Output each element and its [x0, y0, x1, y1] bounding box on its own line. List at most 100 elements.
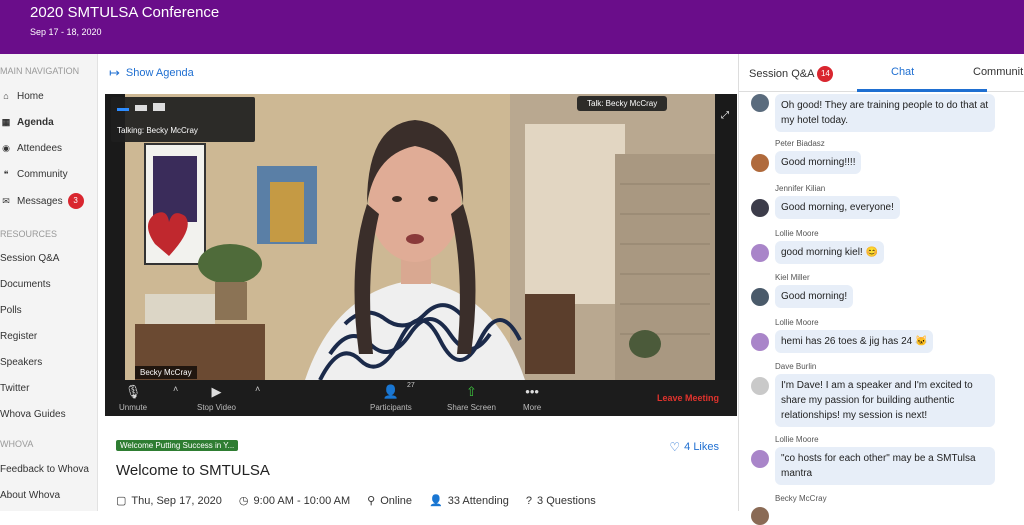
sidebar-item-speakers[interactable]: Speakers [0, 352, 98, 372]
participant-name-tag: Becky McCray [135, 366, 197, 379]
leave-meeting-button[interactable]: Leave Meeting [657, 393, 719, 403]
participants-count: 27 [407, 382, 415, 389]
tab-session-qa[interactable]: Session Q&A 14 [749, 66, 834, 82]
avatar[interactable] [751, 154, 769, 172]
messages-badge: 3 [67, 193, 84, 209]
chat-author[interactable]: Peter Biadasz [775, 139, 825, 148]
unmute-button[interactable]: 🎙︎ Unmute [119, 384, 147, 412]
tab-community[interactable]: Communit [973, 66, 1023, 78]
sidebar-item-documents[interactable]: Documents [0, 274, 98, 294]
sidebar-item-label: Attendees [17, 142, 63, 154]
sidebar-item-polls[interactable]: Polls [0, 300, 98, 320]
view-toggle-icons[interactable] [117, 103, 165, 111]
tab-chat-label: Chat [891, 66, 915, 78]
right-panel-tabs: Session Q&A 14 Chat Communit [739, 54, 1024, 92]
tab-session-qa-label: Session Q&A [749, 68, 815, 80]
session-date: ▢ Thu, Sep 17, 2020 [116, 494, 222, 508]
avatar[interactable] [751, 94, 769, 112]
active-tab-indicator [857, 89, 987, 92]
chat-message-text: I'm Dave! I am a speaker and I'm excited… [775, 374, 995, 427]
sidebar-item-about-whova[interactable]: About Whova [0, 485, 98, 505]
session-questions[interactable]: ? 3 Questions [526, 495, 596, 507]
location-pin-icon: ⚲ [367, 495, 376, 507]
sidebar-item-twitter[interactable]: Twitter [0, 378, 98, 398]
more-dots-icon: ••• [525, 384, 539, 399]
sidebar-item-register[interactable]: Register [0, 326, 98, 346]
sidebar-item-home[interactable]: ⌂ Home [0, 86, 98, 106]
chat-author[interactable]: Kiel Miller [775, 273, 810, 282]
avatar[interactable] [751, 199, 769, 217]
right-panel: Session Q&A 14 Chat Communit Oh good! Th… [738, 54, 1024, 525]
participants-label: Participants [370, 403, 412, 412]
participants-button[interactable]: 👤 Participants [370, 384, 412, 412]
user-check-icon: 👤 [429, 495, 443, 507]
calendar-icon: ▢ [116, 495, 127, 507]
stop-video-button[interactable]: ▶ Stop Video [197, 384, 236, 412]
sidebar-item-label: Community [17, 168, 68, 180]
avatar[interactable] [751, 288, 769, 306]
session-time: ◷ 9:00 AM - 10:00 AM [239, 494, 350, 508]
show-agenda-button[interactable]: ↦ Show Agenda [109, 64, 194, 82]
talking-indicator: Talking: Becky McCray [111, 97, 255, 142]
chat-author[interactable]: Lollie Moore [775, 435, 819, 444]
heart-icon: ♡ [669, 440, 681, 454]
microphone-muted-icon: 🎙︎ [124, 384, 142, 399]
session-date-text: Thu, Sep 17, 2020 [131, 494, 222, 507]
meeting-controls-bar: 🎙︎ Unmute ˄ ▶ Stop Video ˄ 👤 Participant… [105, 380, 737, 416]
avatar[interactable] [751, 507, 769, 525]
sidebar-item-feedback[interactable]: Feedback to Whova [0, 459, 98, 479]
chat-message-text: Good morning, everyone! [775, 196, 900, 219]
stop-video-label: Stop Video [197, 403, 236, 412]
sidebar-item-session-qa[interactable]: Session Q&A [0, 248, 98, 268]
audio-options-caret-icon[interactable]: ˄ [173, 384, 178, 394]
video-player[interactable]: Talking: Becky McCray Talk: Becky McCray… [105, 94, 737, 416]
qa-count-badge: 14 [817, 66, 834, 82]
chat-author[interactable]: Lollie Moore [775, 229, 819, 238]
share-screen-label: Share Screen [447, 403, 496, 412]
chat-author[interactable]: Jennifer Kilian [775, 184, 825, 193]
conference-dates: Sep 17 - 18, 2020 [30, 27, 102, 37]
sidebar-item-community[interactable]: ❝ Community [0, 164, 98, 184]
talking-text: Talking: Becky McCray [117, 126, 198, 135]
sidebar-item-whova-guides[interactable]: Whova Guides [0, 404, 98, 424]
sidebar: MAIN NAVIGATION ⌂ Home ▦ Agenda ◉ Attend… [0, 54, 98, 511]
active-speaker-label: Talk: Becky McCray [577, 96, 668, 111]
people-icon: ◉ [2, 142, 10, 153]
chat-message-text: hemi has 26 toes & jig has 24 🐱 [775, 330, 934, 353]
chat-message-text: good morning kiel! 😊 [775, 241, 884, 264]
more-button[interactable]: ••• More [523, 384, 541, 412]
session-meta: ▢ Thu, Sep 17, 2020 ◷ 9:00 AM - 10:00 AM… [116, 494, 613, 508]
chat-author[interactable]: Dave Burlin [775, 362, 816, 371]
avatar[interactable] [751, 450, 769, 468]
share-screen-button[interactable]: ⇧ Share Screen [447, 384, 496, 412]
calendar-icon: ▦ [1, 116, 11, 127]
video-camera-icon: ▶ [211, 384, 222, 399]
video-options-caret-icon[interactable]: ˄ [255, 384, 260, 394]
session-questions-text: 3 Questions [537, 494, 596, 507]
fullscreen-icon[interactable]: ⤢ [721, 110, 729, 121]
sidebar-item-messages[interactable]: ✉ Messages 3 [0, 191, 98, 211]
chat-author[interactable]: Lollie Moore [775, 318, 819, 327]
sidebar-item-label: Home [17, 90, 44, 102]
avatar[interactable] [751, 244, 769, 262]
sidebar-item-agenda[interactable]: ▦ Agenda [0, 112, 98, 132]
envelope-icon: ✉ [2, 195, 10, 206]
share-screen-icon: ⇧ [466, 384, 477, 399]
more-label: More [523, 403, 542, 412]
main-content: ↦ Show Agenda Talking: Becky McCray Talk… [99, 54, 737, 511]
chat-message-text: Oh good! They are training people to do … [775, 94, 995, 132]
home-icon: ⌂ [3, 91, 9, 101]
session-title: Welcome to SMTULSA [116, 462, 270, 479]
avatar[interactable] [751, 377, 769, 395]
tab-community-label: Communit [973, 66, 1024, 78]
avatar[interactable] [751, 333, 769, 351]
session-attending[interactable]: 👤 33 Attending [429, 494, 509, 508]
show-agenda-label: Show Agenda [125, 67, 194, 79]
tab-chat[interactable]: Chat [891, 66, 914, 78]
likes-button[interactable]: ♡ 4 Likes [669, 440, 719, 454]
session-attending-text: 33 Attending [447, 494, 509, 507]
sidebar-item-label: Messages [17, 195, 63, 207]
chat-author[interactable]: Becky McCray [775, 494, 827, 503]
arrow-right-bar-icon: ↦ [109, 65, 120, 80]
sidebar-item-attendees[interactable]: ◉ Attendees [0, 138, 98, 158]
